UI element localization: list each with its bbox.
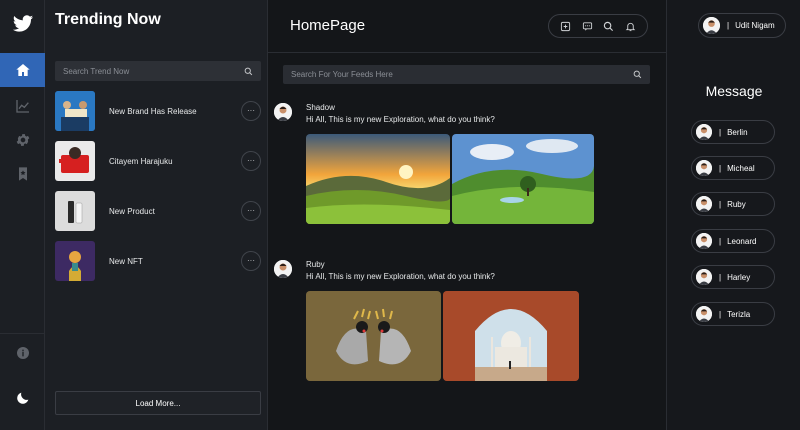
post-image-sunset[interactable]	[306, 134, 450, 224]
avatar[interactable]	[274, 103, 292, 121]
contact-item[interactable]: | Berlin	[691, 120, 775, 144]
theme-toggle-button[interactable]	[0, 381, 45, 415]
feed-search-placeholder: Search For Your Feeds Here	[291, 70, 393, 79]
sidebar-item-settings[interactable]	[0, 123, 45, 157]
page-title: HomePage	[290, 17, 366, 34]
trend-thumbnail-product	[55, 191, 95, 231]
search-icon[interactable]	[633, 70, 642, 79]
sidebar-item-home[interactable]	[0, 53, 45, 87]
message-title: Message	[705, 83, 763, 99]
trending-chart-icon	[15, 100, 29, 113]
chat-icon[interactable]	[581, 20, 593, 32]
trend-item-label: New Product	[109, 206, 155, 216]
more-options-button[interactable]: ···	[241, 201, 261, 221]
separator: |	[727, 21, 730, 30]
rail-divider	[0, 333, 45, 334]
avatar	[696, 160, 712, 176]
contact-name: Micheal	[727, 163, 755, 173]
bell-icon[interactable]	[624, 20, 636, 32]
separator: |	[719, 163, 722, 173]
main-feed: HomePage Search For Your Feeds Here Shad…	[268, 0, 800, 430]
right-panel: | Udit Nigam Message | Berlin | Micheal …	[666, 0, 800, 430]
bookmark-icon	[18, 167, 27, 181]
left-rail	[0, 0, 45, 430]
post-text: Hi All, This is my new Exploration, what…	[306, 272, 495, 281]
contact-item[interactable]: | Leonard	[691, 229, 775, 253]
avatar	[696, 269, 712, 285]
post-image-cranes[interactable]	[306, 291, 441, 381]
trend-item[interactable]: New NFT ···	[55, 241, 261, 281]
contact-item[interactable]: | Terizla	[691, 302, 775, 326]
trend-item[interactable]: Citayem Harajuku ···	[55, 141, 261, 181]
trend-thumbnail-nft	[55, 241, 95, 281]
home-icon	[15, 64, 30, 76]
load-more-button[interactable]: Load More...	[55, 391, 261, 415]
trend-item-label: Citayem Harajuku	[109, 156, 173, 166]
separator: |	[719, 272, 722, 282]
separator: |	[719, 199, 722, 209]
trending-title: Trending Now	[55, 11, 161, 28]
add-square-icon[interactable]	[560, 20, 572, 32]
trend-item[interactable]: New Brand Has Release ···	[55, 91, 261, 131]
separator: |	[719, 309, 722, 319]
more-options-button[interactable]: ···	[241, 151, 261, 171]
user-name: Udit Nigam	[735, 21, 775, 30]
contact-name: Harley	[727, 272, 751, 282]
avatar	[703, 17, 720, 34]
toolbar	[548, 14, 648, 38]
search-icon[interactable]	[603, 20, 615, 32]
avatar[interactable]	[274, 260, 292, 278]
feed-search-input[interactable]: Search For Your Feeds Here	[283, 65, 650, 84]
sidebar-item-info[interactable]	[0, 336, 45, 370]
sidebar-item-trending[interactable]	[0, 89, 45, 123]
contact-name: Terizla	[727, 309, 751, 319]
post-author[interactable]: Ruby	[306, 260, 325, 269]
contact-item[interactable]: | Ruby	[691, 192, 775, 216]
avatar	[696, 196, 712, 212]
avatar	[696, 233, 712, 249]
trend-item-label: New NFT	[109, 256, 143, 266]
avatar	[696, 124, 712, 140]
trend-search-placeholder: Search Trend Now	[63, 66, 130, 76]
trend-search-input[interactable]: Search Trend Now	[55, 61, 261, 81]
sidebar-item-bookmarks[interactable]	[0, 157, 45, 191]
trend-item[interactable]: New Product ···	[55, 191, 261, 231]
gear-icon	[16, 134, 29, 146]
info-icon	[16, 347, 29, 359]
post-image-taj-mahal[interactable]	[443, 291, 579, 381]
post-author[interactable]: Shadow	[306, 103, 335, 112]
more-options-button[interactable]: ···	[241, 251, 261, 271]
moon-icon	[16, 392, 28, 404]
separator: |	[719, 127, 722, 137]
user-profile-chip[interactable]: | Udit Nigam	[698, 13, 786, 38]
contact-item[interactable]: | Micheal	[691, 156, 775, 180]
search-icon[interactable]	[244, 67, 253, 76]
contact-name: Leonard	[727, 236, 757, 246]
trending-panel: Trending Now Search Trend Now New Brand …	[45, 0, 268, 430]
contact-name: Ruby	[727, 199, 746, 209]
more-options-button[interactable]: ···	[241, 101, 261, 121]
post-image-hills[interactable]	[452, 134, 594, 224]
separator: |	[719, 236, 722, 246]
trend-thumbnail-harajuku	[55, 141, 95, 181]
trend-item-label: New Brand Has Release	[109, 106, 197, 116]
avatar	[696, 306, 712, 322]
contact-item[interactable]: | Harley	[691, 265, 775, 289]
contact-name: Berlin	[727, 127, 748, 137]
post-text: Hi All, This is my new Exploration, what…	[306, 115, 495, 124]
trend-thumbnail-brand	[55, 91, 95, 131]
twitter-bird-icon[interactable]	[12, 13, 34, 35]
